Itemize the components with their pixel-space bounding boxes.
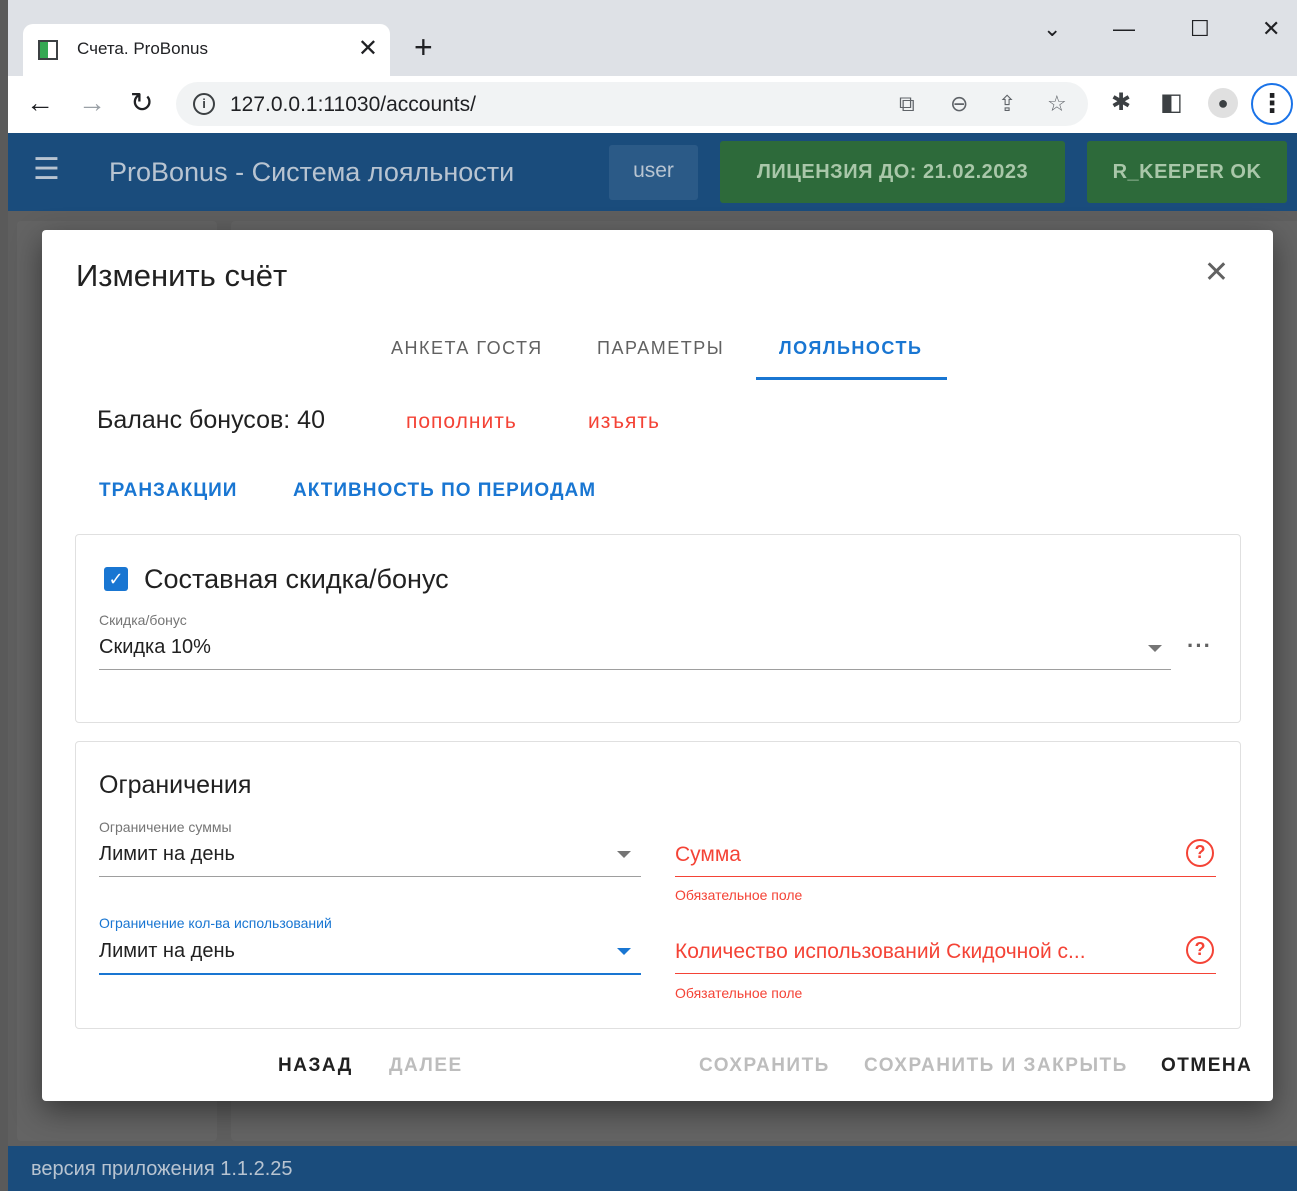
back-button[interactable]: НАЗАД (278, 1055, 353, 1077)
minimize-icon[interactable]: — (1113, 14, 1135, 44)
more-options-icon[interactable]: ··· (1187, 633, 1212, 659)
sum-input-underline (675, 876, 1216, 877)
sum-limit-label: Ограничение суммы (99, 819, 232, 835)
discount-field-label: Скидка/бонус (99, 612, 187, 628)
usage-count-underline (675, 973, 1216, 974)
sum-error-text: Обязательное поле (675, 887, 803, 903)
sum-input[interactable]: Сумма (675, 843, 741, 867)
usage-count-help-icon[interactable]: ? (1186, 936, 1214, 964)
app-footer: версия приложения 1.1.2.25 (8, 1146, 1297, 1191)
browser-menu-icon[interactable]: ⋮ (1251, 83, 1293, 125)
sum-help-icon[interactable]: ? (1186, 839, 1214, 867)
limits-heading: Ограничения (99, 771, 252, 799)
share-icon[interactable]: ⇪ (998, 90, 1016, 118)
app-header: ☰ ProBonus - Система лояльности user ЛИЦ… (8, 133, 1297, 211)
forward-arrow-icon[interactable]: → (78, 86, 106, 120)
app-title: ProBonus - Система лояльности (109, 157, 515, 187)
app-version: версия приложения 1.1.2.25 (31, 1158, 293, 1180)
new-tab-button[interactable]: + (414, 30, 433, 64)
user-button[interactable]: user (609, 145, 698, 200)
translate-icon[interactable]: ⧉ (899, 90, 915, 118)
tab-loyalty[interactable]: ЛОЯЛЬНОСТЬ (779, 338, 922, 359)
composite-discount-checkbox[interactable]: ✓ (104, 567, 128, 591)
save-and-close-button[interactable]: СОХРАНИТЬ И ЗАКРЫТЬ (864, 1055, 1128, 1077)
hamburger-menu-icon[interactable]: ☰ (33, 155, 60, 185)
transactions-button[interactable]: ТРАНЗАКЦИИ (99, 480, 237, 502)
maximize-icon[interactable]: ☐ (1190, 14, 1210, 44)
browser-tab-title: Счета. ProBonus (77, 39, 208, 58)
favicon-icon (38, 40, 58, 60)
license-button[interactable]: ЛИЦЕНЗИЯ ДО: 21.02.2023 (720, 141, 1065, 203)
url-text[interactable]: 127.0.0.1:11030/accounts/ (230, 93, 476, 117)
extensions-puzzle-icon[interactable]: ✱ (1111, 88, 1131, 118)
rkeeper-status-button[interactable]: R_KEEPER OK (1087, 141, 1287, 203)
usage-count-error-text: Обязательное поле (675, 985, 803, 1001)
tab-search-chevron-icon[interactable]: ⌄ (1043, 14, 1061, 44)
topup-button[interactable]: пополнить (406, 410, 517, 434)
active-tab-indicator (756, 377, 947, 380)
activity-by-period-button[interactable]: АКТИВНОСТЬ ПО ПЕРИОДАМ (293, 480, 596, 502)
bookmark-star-icon[interactable]: ☆ (1047, 90, 1067, 118)
limits-section: Ограничения Ограничение суммы Лимит на д… (75, 741, 1241, 1029)
sum-limit-underline (99, 876, 641, 877)
side-panel-icon[interactable]: ◧ (1160, 88, 1183, 118)
composite-discount-section: ✓ Составная скидка/бонус Скидка/бонус Ск… (75, 534, 1241, 723)
save-button[interactable]: СОХРАНИТЬ (699, 1055, 830, 1077)
site-info-icon[interactable]: i (193, 93, 215, 115)
reload-icon[interactable]: ↻ (130, 86, 153, 120)
close-tab-icon[interactable]: ✕ (358, 34, 378, 64)
bonus-balance: Баланс бонусов: 40 (97, 406, 325, 434)
back-arrow-icon[interactable]: ← (26, 86, 54, 120)
tab-parameters[interactable]: ПАРАМЕТРЫ (597, 338, 724, 359)
discount-field-underline (99, 669, 1171, 670)
zoom-icon[interactable]: ⊖ (950, 90, 968, 118)
close-window-icon[interactable]: ✕ (1262, 14, 1280, 44)
browser-toolbar: ← → ↻ i 127.0.0.1:11030/accounts/ ⧉ ⊖ ⇪ … (8, 76, 1297, 133)
usage-limit-label: Ограничение кол-ва использований (99, 915, 332, 931)
withdraw-button[interactable]: изъять (588, 410, 660, 434)
sum-limit-select[interactable]: Лимит на день (99, 843, 235, 866)
sum-limit-dropdown-arrow-icon[interactable] (617, 851, 631, 858)
address-bar[interactable]: i 127.0.0.1:11030/accounts/ ⧉ ⊖ ⇪ ☆ (176, 82, 1088, 126)
tab-guest-profile[interactable]: АНКЕТА ГОСТЯ (391, 338, 543, 359)
usage-limit-select[interactable]: Лимит на день (99, 940, 235, 963)
usage-count-input[interactable]: Количество использований Скидочной с... (675, 940, 1086, 964)
discount-select[interactable]: Скидка 10% (99, 636, 211, 659)
dialog-title: Изменить счёт (76, 258, 288, 293)
discount-dropdown-arrow-icon[interactable] (1148, 645, 1162, 652)
edit-account-dialog: Изменить счёт ✕ АНКЕТА ГОСТЯ ПАРАМЕТРЫ Л… (42, 230, 1273, 1101)
close-dialog-icon[interactable]: ✕ (1204, 256, 1229, 290)
usage-limit-underline (99, 973, 641, 975)
browser-tab-strip: Счета. ProBonus ✕ + ⌄ — ☐ ✕ (8, 0, 1297, 76)
browser-tab[interactable]: Счета. ProBonus ✕ (23, 24, 390, 76)
profile-avatar-icon[interactable]: ● (1208, 88, 1238, 118)
next-button[interactable]: ДАЛЕЕ (389, 1055, 463, 1077)
cancel-button[interactable]: ОТМЕНА (1161, 1055, 1252, 1077)
usage-limit-dropdown-arrow-icon[interactable] (617, 948, 631, 955)
composite-discount-label: Составная скидка/бонус (144, 564, 449, 594)
